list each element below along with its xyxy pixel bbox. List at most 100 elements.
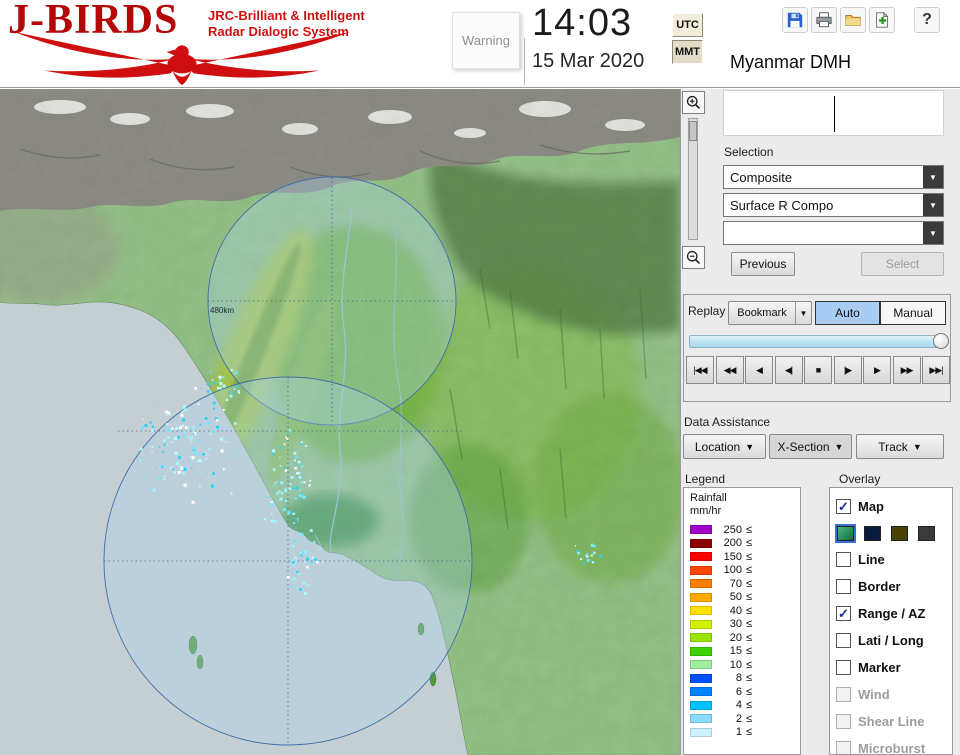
overlay-item-label: Marker [858,660,901,675]
chevron-down-icon[interactable]: ▼ [923,194,943,216]
warning-button[interactable]: Warning [452,12,520,69]
map-style-swatches [835,520,952,546]
legend-value: 2 [735,712,742,725]
checkbox[interactable] [836,660,851,675]
checkbox[interactable] [836,552,851,567]
legend-row: 20 ≤ [690,631,800,645]
header-divider [524,38,525,85]
replay-label: Replay [688,304,726,318]
utc-button[interactable]: UTC [672,13,703,37]
overlay-item-border[interactable]: Border [836,573,952,600]
mmt-button[interactable]: MMT [672,40,703,64]
vcr-button-4[interactable]: ■ [804,356,832,384]
legend-value: 50 [729,591,742,604]
print-button[interactable] [811,7,837,33]
legend-color-swatch [690,579,712,589]
empty-dropdown[interactable]: ▼ [723,221,944,245]
checkbox[interactable]: ✓ [836,499,851,514]
track-button[interactable]: Track ▼ [856,434,944,459]
vcr-button-5[interactable]: |▶ [833,356,862,384]
checkbox[interactable] [836,633,851,648]
magnifier-plus-icon [686,95,701,110]
vcr-button-3[interactable]: ◀| [774,356,803,384]
composite-dropdown[interactable]: Composite ▼ [723,165,944,189]
vcr-button-6[interactable]: ▶ [863,356,891,384]
legend-le-symbol: ≤ [746,726,753,739]
location-label: Location [694,439,741,454]
vcr-button-2[interactable]: ◀ [745,356,773,384]
save-icon [787,12,803,28]
vcr-button-8[interactable]: ▶▶| [922,356,950,384]
product-dropdown[interactable]: Surface R Compo ▼ [723,193,944,217]
overlay-item-line[interactable]: Line [836,546,952,573]
chevron-down-icon[interactable]: ▼ [923,166,943,188]
radar-map-canvas[interactable]: 480km [0,89,680,755]
chevron-down-icon: ▼ [795,302,811,324]
vcr-button-7[interactable]: ▶▶ [892,356,921,384]
checkbox[interactable]: ✓ [836,606,851,621]
legend-unit-line2: mm/hr [690,505,722,517]
map-style-swatch-terrain-green[interactable] [835,523,856,543]
overlay-item-marker[interactable]: Marker [836,654,952,681]
legend-row: 2 ≤ [690,712,800,726]
legend-le-symbol: ≤ [746,658,753,671]
info-textbox[interactable] [723,90,944,136]
map-style-swatch-dark-gray[interactable] [918,525,935,541]
checkbox[interactable] [836,579,851,594]
product-dropdown-value: Surface R Compo [730,197,834,213]
vcr-button-0[interactable]: |◀◀ [686,356,714,384]
legend-rows: 250 ≤200 ≤150 ≤100 ≤70 ≤50 ≤40 ≤30 ≤20 ≤15 ≤10 ≤8 ≤6… [690,523,800,739]
legend-le-symbol: ≤ [746,699,753,712]
overlay-item-label: Lati / Long [858,633,924,648]
chevron-down-icon[interactable]: ▼ [923,222,943,244]
zoom-slider-thumb[interactable] [689,121,697,141]
overlay-items: ✓ Map Line Border ✓ Range / AZ Lati / Long Mark… [835,493,952,754]
overlay-item-range-az[interactable]: ✓ Range / AZ [836,600,952,627]
replay-group: Replay Bookmark ▼ Auto Manual |◀◀ ◀◀ ◀ ◀| ■ |… [683,294,951,402]
legend-le-symbol: ≤ [746,550,753,563]
previous-button[interactable]: Previous [731,252,795,276]
x-section-button[interactable]: X-Section ▼ [769,434,852,459]
legend-color-swatch [690,552,712,562]
magnifier-minus-icon [686,250,701,265]
vcr-button-1[interactable]: ◀◀ [715,356,744,384]
overlay-item-lati-long[interactable]: Lati / Long [836,627,952,654]
zoom-slider[interactable] [688,118,698,240]
legend-le-symbol: ≤ [746,564,753,577]
replay-slider-handle[interactable] [933,333,949,349]
legend-le-symbol: ≤ [746,672,753,685]
legend-color-swatch [690,660,712,670]
legend-row: 1 ≤ [690,726,800,740]
legend-unit-line1: Rainfall [690,492,727,504]
legend-row: 250 ≤ [690,523,800,537]
map-style-swatch-dark-navy[interactable] [864,525,881,541]
replay-timeline-slider[interactable] [689,333,949,349]
bookmark-button[interactable]: Bookmark ▼ [728,301,812,325]
legend-value: 40 [729,604,742,617]
overlay-item-map[interactable]: ✓ Map [836,493,952,520]
open-folder-button[interactable] [840,7,866,33]
zoom-in-button[interactable] [682,91,705,114]
bookmark-label: Bookmark [737,307,787,319]
select-button: Select [861,252,944,276]
legend-color-swatch [690,687,712,697]
auto-mode-button[interactable]: Auto [815,301,880,325]
overlay-item-microburst: Microburst [836,735,952,754]
track-label: Track [878,439,908,454]
export-button[interactable] [869,7,895,33]
map-style-swatch-dark-olive[interactable] [891,525,908,541]
help-button[interactable]: ? [914,7,940,33]
save-button[interactable] [782,7,808,33]
legend-le-symbol: ≤ [746,685,753,698]
legend-value: 30 [729,618,742,631]
zoom-out-button[interactable] [682,246,705,269]
manual-mode-button[interactable]: Manual [880,301,946,325]
data-assistance-label: Data Assistance [684,415,771,429]
legend-le-symbol: ≤ [746,537,753,550]
legend-color-swatch [690,538,712,548]
legend-row: 70 ≤ [690,577,800,591]
location-button[interactable]: Location ▼ [683,434,766,459]
radar-map[interactable]: 480km [0,89,680,755]
overlay-item-label: Line [858,552,885,567]
legend-row: 200 ≤ [690,537,800,551]
